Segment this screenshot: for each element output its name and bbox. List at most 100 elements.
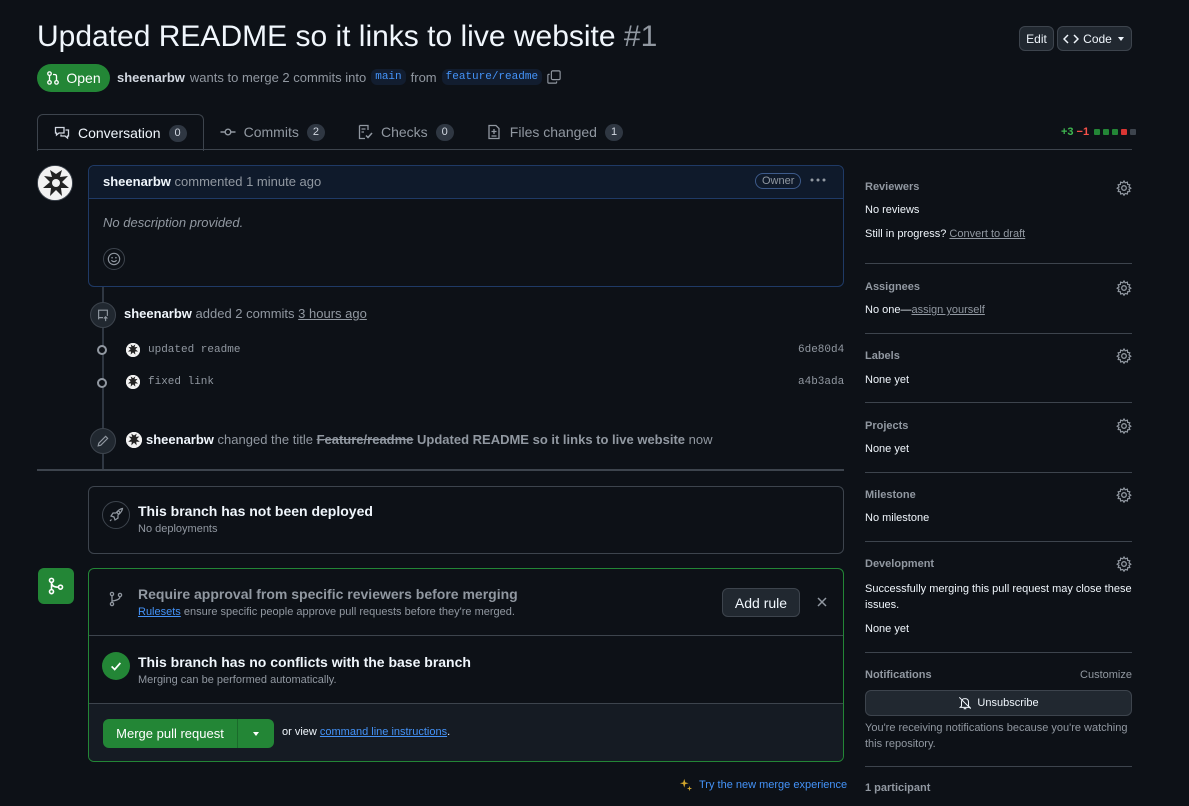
deployment-box: This branch has not been deployed No dep…: [88, 486, 844, 554]
add-reaction-button[interactable]: [103, 248, 125, 270]
gear-icon[interactable]: [1116, 180, 1132, 196]
diffstat-block: [1112, 129, 1119, 135]
timeline-divider: [37, 469, 844, 471]
gear-icon[interactable]: [1116, 487, 1132, 503]
rocket-icon: [102, 501, 130, 529]
code-button[interactable]: Code: [1057, 26, 1132, 51]
tab-conversation[interactable]: Conversation 0: [37, 114, 204, 151]
convert-to-draft-link[interactable]: Convert to draft: [949, 228, 1025, 240]
tab-files-changed[interactable]: Files changed 1: [470, 114, 639, 150]
gear-icon[interactable]: [1116, 280, 1132, 296]
tab-checks[interactable]: Checks 0: [341, 114, 470, 150]
conflict-title: This branch has no conflicts with the ba…: [138, 654, 471, 670]
development-text: Successfully merging this pull request m…: [865, 583, 1132, 611]
repo-push-icon: [90, 302, 116, 328]
diffstat-block: [1094, 129, 1101, 135]
gear-icon[interactable]: [1116, 348, 1132, 364]
avatar[interactable]: [37, 165, 73, 201]
unsubscribe-button[interactable]: Unsubscribe: [865, 690, 1132, 716]
commit-sha[interactable]: a4b3ada: [798, 376, 844, 388]
event-author[interactable]: sheenarbw: [146, 432, 214, 447]
event-text: changed the title: [217, 432, 313, 447]
gear-icon[interactable]: [1116, 556, 1132, 572]
sidebar-title: Milestone: [865, 489, 916, 501]
ruleset-text: ensure specific people approve pull requ…: [183, 606, 515, 618]
state-label: Open: [66, 70, 101, 86]
tab-label: Checks: [380, 124, 428, 140]
diffstat-block: [1121, 129, 1128, 135]
sidebar-divider: [865, 541, 1132, 542]
try-new-merge-link[interactable]: Try the new merge experience: [679, 778, 847, 792]
sidebar-title: Reviewers: [865, 181, 920, 193]
merge-divider: [89, 635, 843, 636]
cli-link[interactable]: command line instructions: [320, 726, 447, 738]
event-time[interactable]: now: [689, 432, 713, 447]
commit-dot: [97, 345, 107, 355]
edit-button[interactable]: Edit: [1019, 26, 1054, 51]
comment-author[interactable]: sheenarbw: [103, 174, 171, 189]
additions-count: +3: [1061, 126, 1074, 138]
sidebar-divider: [865, 472, 1132, 473]
draft-hint: Still in progress? Convert to draft: [865, 228, 1025, 240]
kebab-horizontal-icon[interactable]: [809, 172, 827, 188]
rulesets-link[interactable]: Rulesets: [138, 606, 181, 618]
sidebar-reviewers: Reviewers No reviews Still in progress? …: [865, 180, 1132, 250]
merge-options-dropdown[interactable]: [238, 719, 274, 748]
tab-label: Commits: [243, 124, 299, 140]
tab-commits[interactable]: Commits 2: [204, 114, 341, 150]
diffstat[interactable]: +3 −1: [1061, 126, 1137, 138]
commit-message[interactable]: updated readme: [148, 344, 240, 356]
sidebar-title: Assignees: [865, 281, 921, 293]
commit-message[interactable]: fixed link: [148, 376, 214, 388]
or-view-text: or view: [282, 726, 317, 738]
git-branch-icon: [102, 585, 130, 613]
event-time[interactable]: 3 hours ago: [298, 306, 367, 321]
comment-discussion-icon: [54, 125, 70, 141]
owner-badge: Owner: [755, 173, 802, 189]
draft-prefix: Still in progress?: [865, 228, 947, 240]
sidebar-divider: [865, 402, 1132, 403]
copy-icon[interactable]: [547, 70, 561, 84]
pull-request-icon: [46, 71, 60, 85]
event-author[interactable]: sheenarbw: [124, 306, 192, 321]
deploy-subtitle: No deployments: [138, 523, 218, 535]
commit-dot: [97, 378, 107, 388]
cli-hint: or view command line instructions.: [282, 726, 450, 738]
tab-counter: 0: [168, 124, 187, 142]
pr-number: #1: [623, 20, 658, 53]
base-branch[interactable]: main: [371, 69, 406, 85]
author-link[interactable]: sheenarbw: [117, 70, 185, 85]
assign-yourself-link[interactable]: assign yourself: [911, 304, 984, 316]
sidebar-title: Development: [865, 558, 935, 570]
rename-event: sheenarbw changed the title Feature/read…: [146, 432, 713, 447]
sidebar-divider: [865, 766, 1132, 767]
from-text: from: [410, 69, 437, 85]
sparkle-icon: [679, 778, 693, 792]
edit-button-label: Edit: [1026, 31, 1047, 46]
rename-avatar[interactable]: [126, 432, 142, 448]
commit-avatar[interactable]: [126, 375, 140, 389]
diffstat-block: [1130, 129, 1137, 135]
code-button-label: Code: [1083, 31, 1112, 46]
merge-pull-request-button[interactable]: Merge pull request: [103, 719, 238, 748]
reviewers-value: No reviews: [865, 204, 920, 216]
git-commit-icon: [220, 124, 236, 140]
customize-link[interactable]: Customize: [1080, 669, 1132, 681]
head-branch[interactable]: feature/readme: [441, 69, 543, 85]
close-icon[interactable]: [816, 596, 828, 608]
tab-label: Conversation: [78, 125, 161, 141]
commit-sha[interactable]: 6de80d4: [798, 344, 844, 356]
comment-body: No description provided.: [103, 215, 244, 230]
sidebar-projects: Projects None yet: [865, 418, 1132, 458]
tab-label: Files changed: [509, 124, 597, 140]
add-rule-button[interactable]: Add rule: [722, 588, 800, 617]
smiley-icon: [107, 252, 121, 266]
sidebar-labels: Labels None yet: [865, 348, 1132, 388]
commit-avatar[interactable]: [126, 343, 140, 357]
sidebar-assignees: Assignees No one—assign yourself: [865, 280, 1132, 320]
git-merge-icon: [38, 568, 74, 604]
cli-period: .: [447, 726, 451, 738]
pr-tabs: Conversation 0 Commits 2 Checks 0 Files …: [37, 114, 639, 151]
gear-icon[interactable]: [1116, 418, 1132, 434]
state-badge: Open: [37, 64, 110, 92]
